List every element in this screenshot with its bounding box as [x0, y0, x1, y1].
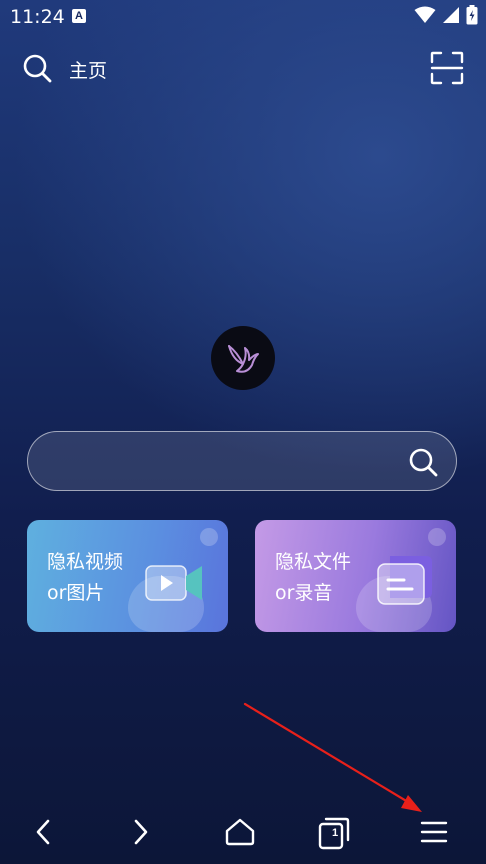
search-box[interactable]: [27, 431, 457, 491]
private-file-card[interactable]: 隐私文件 or录音: [255, 520, 456, 632]
forward-button[interactable]: [120, 812, 160, 852]
home-button[interactable]: [220, 812, 260, 852]
signal-icon: [443, 7, 459, 23]
status-time: 11:24: [10, 6, 65, 28]
decor-bubble: [428, 528, 446, 546]
wifi-icon: [414, 6, 436, 23]
private-file-label: 隐私文件 or录音: [275, 547, 351, 609]
top-bar: 主页: [0, 48, 486, 88]
private-video-label: 隐私视频 or图片: [47, 547, 123, 609]
tabs-button[interactable]: 1: [314, 812, 354, 852]
search-icon[interactable]: [22, 53, 52, 83]
card-line-1: 隐私文件: [275, 551, 352, 573]
bird-logo-icon: [228, 345, 259, 373]
menu-button[interactable]: [414, 812, 454, 852]
status-bar: 11:24 A: [0, 0, 486, 32]
card-line-1: 隐私视频: [47, 551, 124, 573]
home-title: 主页: [69, 61, 108, 82]
notification-a-icon: A: [72, 9, 86, 23]
forward-icon: [134, 819, 148, 845]
search-input[interactable]: [48, 446, 412, 478]
card-line-2: or录音: [275, 582, 333, 604]
status-icons: [414, 5, 478, 25]
search-icon[interactable]: [408, 447, 438, 477]
private-video-card[interactable]: 隐私视频 or图片: [27, 520, 228, 632]
back-icon: [36, 819, 50, 845]
scan-icon[interactable]: [429, 50, 465, 86]
decor-bubble: [200, 528, 218, 546]
home-icon: [225, 818, 255, 846]
menu-icon: [420, 821, 448, 843]
tab-count: 1: [331, 827, 339, 839]
battery-charging-icon: [466, 5, 478, 25]
folder-icon: [377, 556, 432, 605]
bottom-nav: 1: [0, 800, 486, 864]
app-logo: [211, 326, 275, 390]
back-button[interactable]: [24, 812, 64, 852]
card-line-2: or图片: [47, 582, 105, 604]
video-camera-icon: [145, 565, 202, 601]
